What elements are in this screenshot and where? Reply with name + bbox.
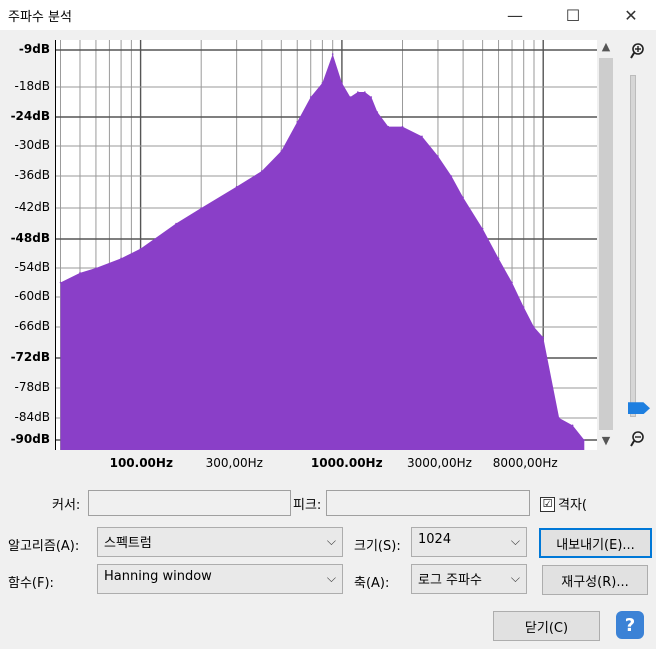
vertical-scrollbar[interactable]: ▲ ▼ [597,40,615,452]
close-button[interactable]: 닫기(C) [493,611,600,641]
spectrum-point [542,336,545,339]
help-icon[interactable]: ? [616,611,644,639]
spectrum-point [139,247,142,250]
x-tick-label: 3000,00Hz [406,456,472,470]
spectrum-point [511,281,513,284]
x-tick-label: 1000.00Hz [310,456,383,470]
spectrum-area [60,54,585,450]
axis-label: 축(A): [354,576,390,591]
spectrum-point [497,257,500,260]
close-window-button[interactable]: ✕ [608,0,654,30]
spectrum-plot[interactable] [55,40,597,450]
spectrum-point [95,267,97,269]
y-tick-label: -24dB [10,109,50,123]
y-tick-label: -90dB [10,432,50,446]
spectrum-point [59,281,62,284]
y-tick-label: -36dB [14,168,50,182]
zoom-slider-thumb[interactable] [628,402,650,415]
peak-label: 피크: [293,498,322,513]
zoom-slider[interactable] [630,75,636,417]
spectrum-point [200,207,202,209]
x-tick-label: 100.00Hz [109,456,173,470]
spectrum-point [450,175,453,177]
axis-value: 로그 주파수 [418,573,482,588]
function-select[interactable]: Hanning window ⌵ [97,564,343,594]
spectrum-point [309,96,312,98]
spectrum-point [376,111,379,113]
minimize-button[interactable]: — [492,0,538,30]
y-tick-label: -30dB [14,138,50,152]
y-tick-label: -84dB [14,410,50,424]
scroll-thumb[interactable] [599,58,613,430]
axis-select[interactable]: 로그 주파수 ⌵ [411,564,527,594]
spectrum-point [235,185,238,188]
spectrum-point [331,53,334,55]
x-tick-label: 300,00Hz [205,456,263,470]
algorithm-label: 알고리즘(A): [8,539,80,554]
spectrum-point [349,96,352,98]
grid-checkbox[interactable]: ☑ [540,497,555,512]
function-label: 함수(F): [8,576,54,591]
spectrum-point [462,196,464,199]
chevron-down-icon: ⌵ [510,534,520,548]
maximize-button[interactable]: ☐ [550,0,596,30]
cursor-label: 커서: [52,498,81,513]
algorithm-value: 스펙트럼 [104,536,152,551]
spectrum-point [79,272,81,274]
size-select[interactable]: 1024 ⌵ [411,527,527,557]
window-title: 주파수 분석 [8,10,72,25]
y-tick-label: -66dB [14,319,50,333]
cursor-field[interactable] [88,490,291,516]
spectrum-svg [56,40,597,450]
spectrum-point [370,96,373,98]
y-tick-label: -60dB [14,289,50,303]
spectrum-point [558,417,560,419]
spectrum-point [296,121,299,123]
function-value: Hanning window [104,569,212,584]
chevron-down-icon: ⌵ [326,571,336,585]
grid-label: 격자( [558,498,587,513]
spectrum-point [437,155,439,157]
y-tick-label: -78dB [14,380,50,394]
size-label: 크기(S): [354,539,401,554]
scroll-down-icon[interactable]: ▼ [597,434,615,450]
spectrum-point [401,125,404,128]
y-tick-label: -48dB [10,231,50,245]
spectrum-point [583,439,586,441]
spectrum-point [120,257,122,260]
export-button[interactable]: 내보내기(E)... [539,528,652,558]
zoom-out-icon[interactable] [630,430,648,448]
y-tick-label: -42dB [14,200,50,214]
spectrum-point [341,82,343,84]
spectrum-point [280,150,283,152]
chevron-down-icon: ⌵ [510,571,520,585]
x-tick-label: 8000,00Hz [492,456,558,470]
spectrum-point [175,222,177,225]
y-tick-label: -18dB [14,79,50,93]
y-tick-label: -9dB [18,42,50,56]
replot-button[interactable]: 재구성(R)... [542,565,648,595]
spectrum-point [522,306,525,308]
spectrum-point [260,170,263,172]
spectrum-point [357,91,359,93]
scroll-up-icon[interactable]: ▲ [597,40,615,56]
peak-field[interactable] [326,490,530,516]
chevron-down-icon: ⌵ [326,534,336,548]
zoom-in-icon[interactable] [630,42,648,60]
spectrum-point [387,125,390,128]
spectrum-point [321,82,324,84]
spectrum-point [533,326,535,328]
size-value: 1024 [418,532,452,547]
y-tick-label: -72dB [10,350,50,364]
spectrum-point [571,424,574,427]
y-tick-label: -54dB [14,260,50,274]
spectrum-point [364,91,366,93]
spectrum-point [421,135,423,138]
spectrum-point [481,227,484,230]
algorithm-select[interactable]: 스펙트럼 ⌵ [97,527,343,557]
